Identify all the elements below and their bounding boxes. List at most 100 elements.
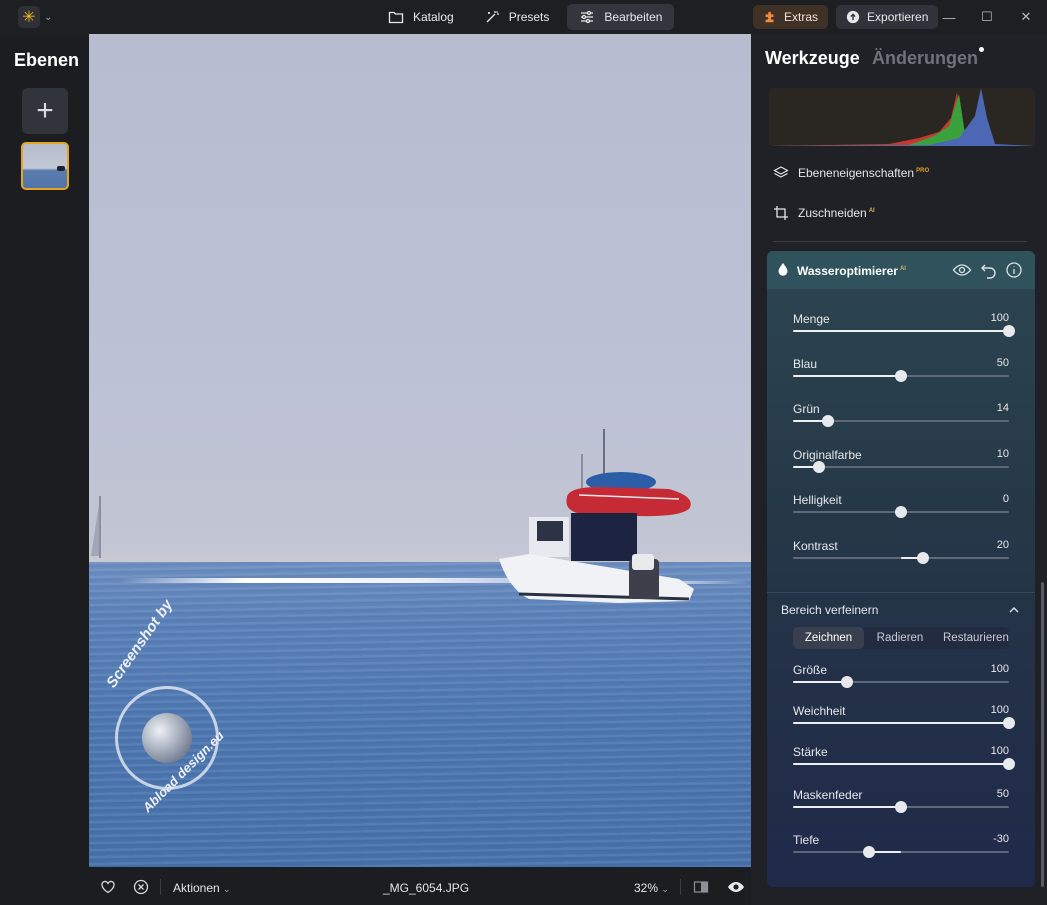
- reject-icon[interactable]: [133, 879, 149, 895]
- slider-größe[interactable]: Größe 100: [793, 663, 1009, 701]
- minimize-icon[interactable]: —: [940, 8, 958, 26]
- tab-werkzeuge[interactable]: Werkzeuge: [765, 48, 860, 69]
- slider-knob[interactable]: [841, 676, 853, 688]
- mode-zeichnen[interactable]: Zeichnen: [793, 627, 864, 649]
- tool-label: Ebeneneigenschaften PRO: [798, 166, 929, 180]
- slider-weichheit[interactable]: Weichheit 100: [793, 704, 1015, 742]
- tool-zuschneiden[interactable]: Zuschneiden AI: [773, 202, 875, 224]
- tool-label: Zuschneiden AI: [798, 206, 875, 220]
- bottom-bar: Aktionen ⌄ _MG_6054.JPG 32% ⌄: [89, 867, 751, 905]
- app-menu-button[interactable]: ✳ ⌄: [14, 5, 54, 29]
- slider-track[interactable]: [793, 466, 1009, 468]
- mode-radieren[interactable]: Radieren: [864, 627, 936, 649]
- tool-ebeneneigenschaften[interactable]: Ebeneneigenschaften PRO: [773, 162, 929, 184]
- export-button[interactable]: Exportieren: [836, 5, 939, 29]
- slider-knob[interactable]: [895, 801, 907, 813]
- slider-value: 100: [990, 663, 1009, 675]
- nav-label: Bearbeiten: [604, 10, 663, 24]
- layers-title: Ebenen: [14, 50, 80, 70]
- slider-label: Größe: [793, 663, 828, 677]
- slider-knob[interactable]: [821, 415, 834, 427]
- refine-section-title[interactable]: Bereich verfeinern: [781, 603, 878, 617]
- extras-button[interactable]: Extras: [753, 5, 829, 29]
- puzzle-icon: [765, 11, 774, 23]
- separator: [160, 879, 161, 895]
- scrollbar[interactable]: [1041, 582, 1044, 887]
- card-header[interactable]: Wasseroptimierer AI: [767, 251, 1035, 289]
- slider-label: Tiefe: [793, 833, 820, 847]
- slider-fill: [793, 722, 1009, 724]
- export-label: Exportieren: [867, 10, 929, 24]
- actions-label: Aktionen: [173, 881, 220, 895]
- slider-knob[interactable]: [1003, 758, 1015, 770]
- sun-logo-icon: ✳: [18, 6, 40, 28]
- slider-tiefe[interactable]: Tiefe -30: [793, 833, 1009, 871]
- image-canvas[interactable]: Screenshot by Abload design.eu: [89, 34, 751, 867]
- histogram: [769, 88, 1035, 146]
- slider-knob[interactable]: [862, 846, 875, 858]
- wasseroptimierer-card: Wasseroptimierer AI Menge 100 Blau 50 Grün 14 O…: [767, 251, 1035, 887]
- actions-menu[interactable]: Aktionen ⌄: [173, 881, 231, 895]
- eye-preview-icon[interactable]: [727, 879, 745, 895]
- nav-presets[interactable]: Presets: [472, 4, 562, 30]
- zoom-value: 32%: [634, 881, 659, 895]
- plus-icon: +: [36, 94, 54, 127]
- slider-blau[interactable]: Blau 50: [793, 357, 1009, 395]
- slider-knob[interactable]: [895, 506, 907, 518]
- slider-knob[interactable]: [895, 370, 907, 382]
- slider-label: Originalfarbe: [793, 448, 862, 462]
- chevron-up-icon[interactable]: [1007, 603, 1021, 617]
- layers-icon: [773, 166, 789, 178]
- slider-fill: [793, 806, 901, 808]
- chevron-down-icon: ⌄: [223, 884, 231, 894]
- slider-value: 100: [990, 704, 1009, 716]
- boat-wake: [119, 578, 539, 583]
- slider-value: 50: [996, 788, 1009, 800]
- slider-kontrast[interactable]: Kontrast 20: [793, 539, 1009, 577]
- water-drop-icon: [778, 263, 788, 276]
- zoom-dropdown[interactable]: 32% ⌄: [634, 881, 669, 895]
- tool-name: Zuschneiden: [798, 206, 867, 220]
- nav-bearbeiten[interactable]: Bearbeiten: [567, 4, 675, 30]
- slider-value: 50: [996, 357, 1009, 369]
- slider-value: 10: [996, 448, 1009, 460]
- watermark-seal: [115, 686, 219, 790]
- tab-aenderungen[interactable]: Änderungen: [872, 48, 978, 69]
- tool-name: Ebeneneigenschaften: [798, 166, 915, 180]
- slider-value: 20: [996, 539, 1009, 551]
- nav-katalog[interactable]: Katalog: [376, 4, 466, 30]
- slider-label: Blau: [793, 357, 818, 371]
- layer-thumbnail[interactable]: [21, 142, 69, 190]
- ai-badge: AI: [899, 266, 906, 272]
- slider-grün[interactable]: Grün 14: [793, 402, 1009, 440]
- heart-icon[interactable]: [100, 879, 116, 895]
- compare-split-icon[interactable]: [693, 879, 709, 895]
- close-icon[interactable]: ✕: [1017, 8, 1035, 26]
- maximize-icon[interactable]: ☐: [978, 8, 996, 26]
- eye-icon[interactable]: [952, 261, 972, 279]
- slider-label: Stärke: [793, 745, 828, 759]
- upload-circle-icon: [846, 10, 860, 24]
- slider-knob[interactable]: [1003, 717, 1015, 729]
- card-title-text: Wasseroptimierer: [797, 264, 898, 278]
- slider-knob[interactable]: [1003, 325, 1015, 337]
- add-layer-button[interactable]: +: [22, 88, 68, 134]
- undo-icon[interactable]: [980, 261, 998, 279]
- slider-fill: [793, 330, 1009, 332]
- slider-track[interactable]: [793, 851, 1009, 853]
- motorboat: [499, 429, 694, 603]
- slider-helligkeit[interactable]: Helligkeit 0: [793, 493, 1009, 531]
- nav-label: Katalog: [413, 10, 454, 24]
- slider-knob[interactable]: [916, 552, 929, 564]
- slider-label: Grün: [793, 402, 820, 416]
- info-icon[interactable]: [1005, 261, 1023, 279]
- mode-restaurieren[interactable]: Restaurieren: [936, 627, 1009, 649]
- slider-originalfarbe[interactable]: Originalfarbe 10: [793, 448, 1009, 486]
- slider-menge[interactable]: Menge 100: [793, 312, 1015, 350]
- sliders-icon: [581, 10, 594, 24]
- slider-stärke[interactable]: Stärke 100: [793, 745, 1015, 783]
- slider-knob[interactable]: [812, 461, 825, 473]
- tools-panel: Werkzeuge Änderungen Ebeneneigenschaften…: [751, 34, 1047, 905]
- slider-maskenfeder[interactable]: Maskenfeder 50: [793, 788, 1009, 826]
- top-right-actions: Extras Exportieren: [753, 5, 939, 29]
